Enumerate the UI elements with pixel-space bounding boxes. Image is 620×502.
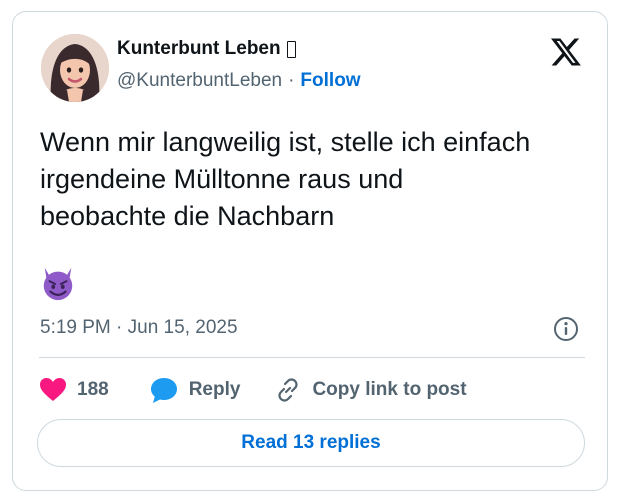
tweet-text: Wenn mir langweilig ist, stelle ich einf… bbox=[40, 127, 531, 231]
divider bbox=[39, 357, 585, 358]
smiling-imp-emoji-icon bbox=[43, 267, 73, 301]
author-handle[interactable]: @KunterbuntLeben bbox=[117, 70, 282, 92]
avatar[interactable] bbox=[41, 34, 109, 102]
author-display-name[interactable]: Kunterbunt Leben bbox=[117, 38, 281, 60]
copy-link-button[interactable]: Copy link to post bbox=[274, 376, 467, 404]
info-icon[interactable] bbox=[553, 316, 579, 342]
reply-bubble-icon bbox=[150, 378, 177, 403]
read-replies-label: Read 13 replies bbox=[241, 432, 381, 453]
author-name-row[interactable]: Kunterbunt Leben bbox=[117, 38, 296, 60]
separator-dot: · bbox=[288, 70, 295, 91]
missing-glyph-icon bbox=[286, 40, 296, 58]
author-handle-row: @KunterbuntLeben · Follow bbox=[117, 70, 361, 92]
like-button[interactable]: 188 bbox=[39, 377, 109, 403]
reply-button[interactable]: Reply bbox=[149, 376, 241, 404]
link-icon bbox=[278, 378, 299, 402]
read-replies-button[interactable]: Read 13 replies bbox=[37, 419, 585, 467]
tweet-timestamp[interactable]: 5:19 PM · Jun 15, 2025 bbox=[40, 317, 238, 339]
like-count: 188 bbox=[77, 379, 109, 400]
tweet-card: Kunterbunt Leben @KunterbuntLeben · Foll… bbox=[12, 11, 608, 491]
reply-label: Reply bbox=[188, 379, 241, 400]
heart-icon bbox=[40, 378, 66, 401]
follow-button[interactable]: Follow bbox=[300, 70, 360, 92]
action-bar: 188 Reply Copy link to post bbox=[39, 374, 467, 406]
copy-link-label: Copy link to post bbox=[312, 379, 467, 400]
avatar-illustration bbox=[41, 34, 109, 102]
x-logo-icon[interactable] bbox=[551, 38, 581, 66]
